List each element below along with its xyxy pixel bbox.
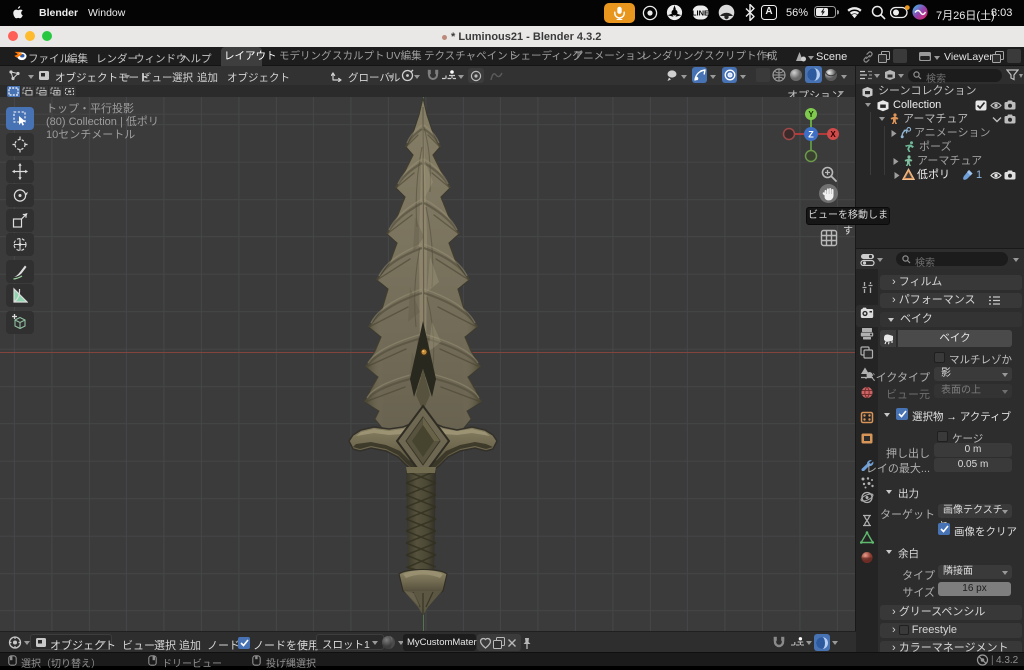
svg-text:LINE: LINE [692,9,709,18]
svg-text:Z: Z [808,130,814,140]
svg-text:X: X [830,130,836,139]
svg-text:Y: Y [808,110,814,119]
